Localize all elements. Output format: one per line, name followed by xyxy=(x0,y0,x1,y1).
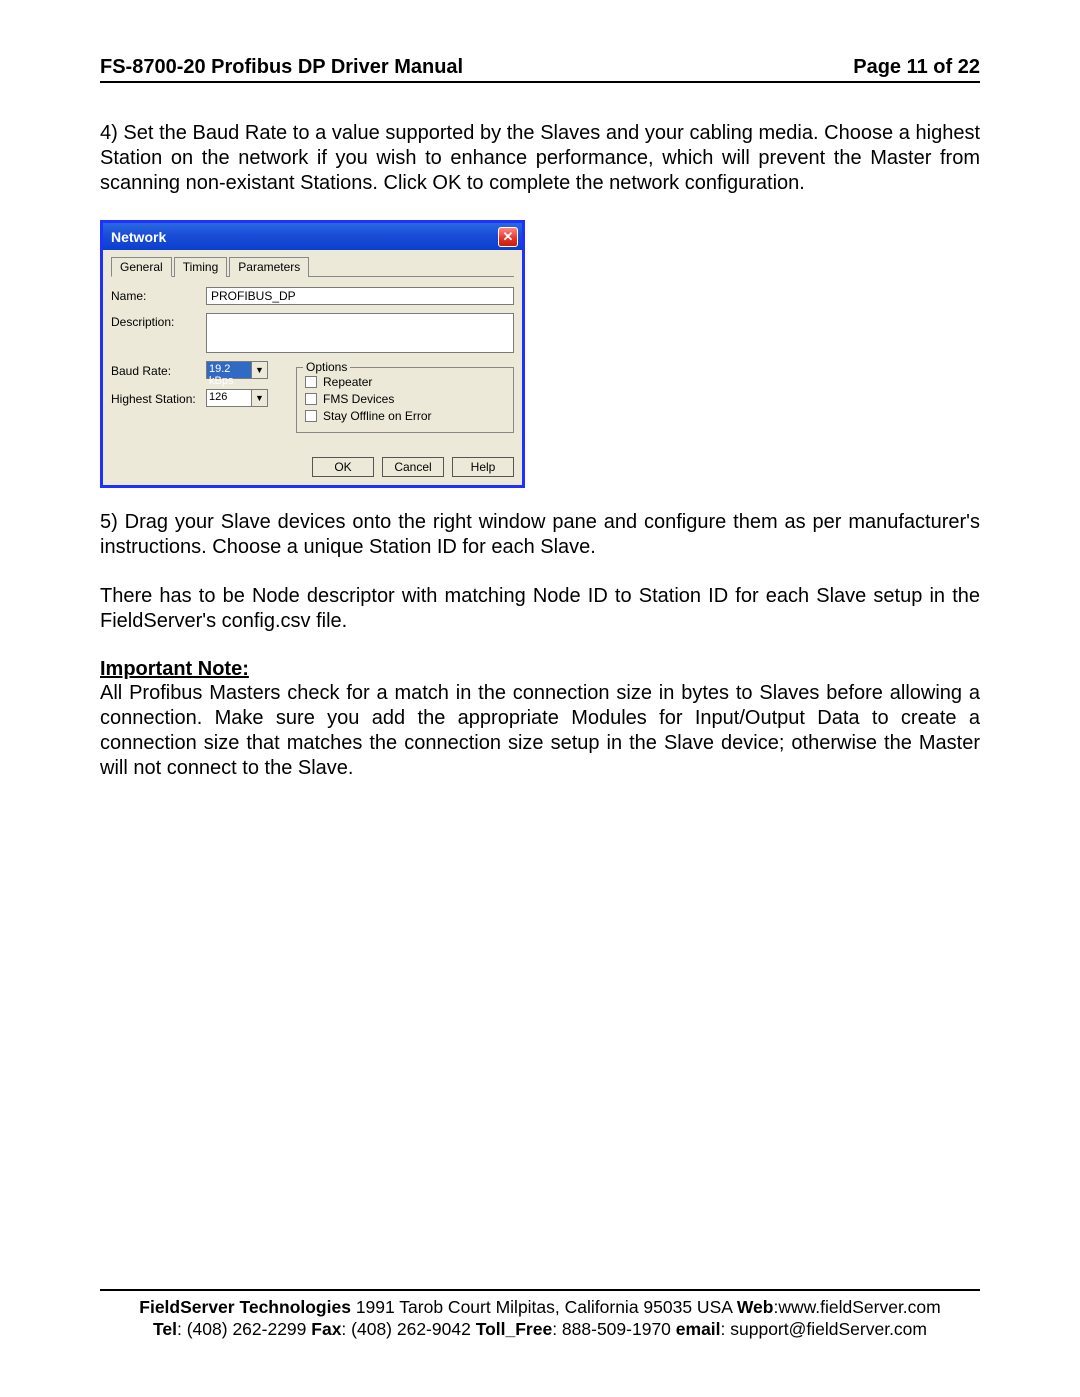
description-input[interactable] xyxy=(206,313,514,353)
option-stay-offline-label: Stay Offline on Error xyxy=(323,409,432,423)
paragraph-important-body: All Profibus Masters check for a match i… xyxy=(100,681,980,781)
options-groupbox: Options Repeater FMS Devices Stay Offlin… xyxy=(296,367,514,433)
footer-company: FieldServer Technologies xyxy=(139,1297,351,1317)
footer-fax-value: : (408) 262-9042 xyxy=(341,1319,475,1339)
network-dialog: Network ✕ General Timing Parameters Name… xyxy=(100,220,525,488)
dialog-title: Network xyxy=(111,229,166,245)
option-fms-label: FMS Devices xyxy=(323,392,394,406)
dialog-tabs: General Timing Parameters xyxy=(111,256,514,277)
footer-email-label: email xyxy=(676,1319,721,1339)
tab-parameters[interactable]: Parameters xyxy=(229,257,309,277)
baud-rate-value: 19.2 kBps xyxy=(207,362,251,378)
footer-address: 1991 Tarob Court Milpitas, California 95… xyxy=(351,1297,737,1317)
close-icon[interactable]: ✕ xyxy=(498,227,518,247)
name-input[interactable] xyxy=(206,287,514,305)
footer-tel-value: : (408) 262-2299 xyxy=(177,1319,311,1339)
help-button[interactable]: Help xyxy=(452,457,514,477)
chevron-down-icon: ▼ xyxy=(251,390,267,406)
baud-label: Baud Rate: xyxy=(111,362,206,378)
footer-toll-value: : 888-509-1970 xyxy=(552,1319,676,1339)
highest-station-select[interactable]: 126 ▼ xyxy=(206,389,268,407)
name-label: Name: xyxy=(111,287,206,303)
ok-button[interactable]: OK xyxy=(312,457,374,477)
footer-fax-label: Fax xyxy=(311,1319,341,1339)
option-repeater[interactable]: Repeater xyxy=(305,375,505,389)
important-note-heading: Important Note: xyxy=(100,658,980,681)
header-title: FS-8700-20 Profibus DP Driver Manual xyxy=(100,56,463,79)
highest-station-label: Highest Station: xyxy=(111,390,206,406)
paragraph-node-descriptor: There has to be Node descriptor with mat… xyxy=(100,584,980,634)
footer-web-label: Web xyxy=(737,1297,774,1317)
options-title: Options xyxy=(303,360,350,374)
option-fms-devices[interactable]: FMS Devices xyxy=(305,392,505,406)
footer-toll-label: Toll_Free xyxy=(476,1319,553,1339)
option-stay-offline[interactable]: Stay Offline on Error xyxy=(305,409,505,423)
footer-tel-label: Tel xyxy=(153,1319,177,1339)
checkbox-icon xyxy=(305,376,317,388)
paragraph-step5: 5) Drag your Slave devices onto the righ… xyxy=(100,510,980,560)
checkbox-icon xyxy=(305,393,317,405)
option-repeater-label: Repeater xyxy=(323,375,372,389)
checkbox-icon xyxy=(305,410,317,422)
tab-general[interactable]: General xyxy=(111,257,172,277)
tab-timing[interactable]: Timing xyxy=(174,257,228,277)
footer-email-value: : support@fieldServer.com xyxy=(721,1319,927,1339)
baud-rate-select[interactable]: 19.2 kBps ▼ xyxy=(206,361,268,379)
dialog-titlebar[interactable]: Network ✕ xyxy=(103,223,522,250)
highest-station-value: 126 xyxy=(207,390,251,406)
header-page: Page 11 of 22 xyxy=(853,56,980,79)
description-label: Description: xyxy=(111,313,206,329)
paragraph-step4: 4) Set the Baud Rate to a value supporte… xyxy=(100,121,980,196)
page-header: FS-8700-20 Profibus DP Driver Manual Pag… xyxy=(100,56,980,83)
chevron-down-icon: ▼ xyxy=(251,362,267,378)
page-footer: FieldServer Technologies 1991 Tarob Cour… xyxy=(100,1289,980,1341)
footer-web-value: :www.fieldServer.com xyxy=(773,1297,940,1317)
cancel-button[interactable]: Cancel xyxy=(382,457,444,477)
